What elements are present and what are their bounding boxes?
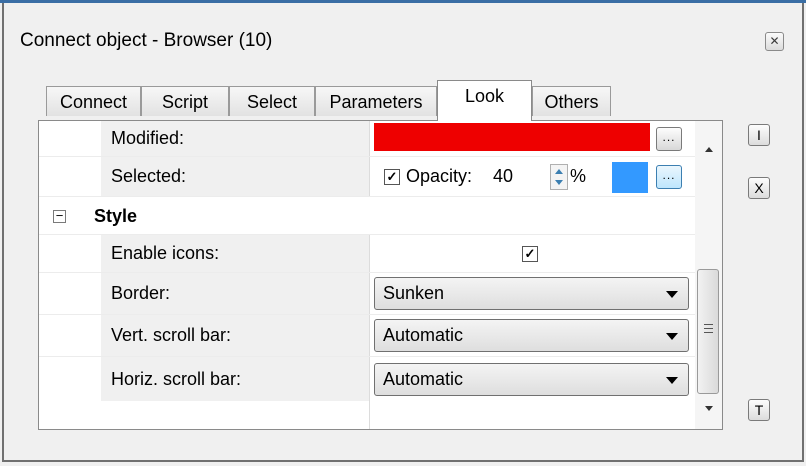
tab-label: Script	[161, 92, 208, 112]
checkmark-icon: ✓	[386, 169, 398, 184]
dropdown-value: Sunken	[383, 283, 445, 303]
tab-parameters[interactable]: Parameters	[315, 86, 437, 116]
modified-color-swatch[interactable]	[374, 123, 650, 151]
close-icon[interactable]: ✕	[765, 32, 784, 51]
tab-label: Look	[464, 86, 505, 106]
property-label: Horiz. scroll bar:	[101, 357, 369, 401]
property-value: Automatic	[369, 357, 695, 429]
delete-button[interactable]: X	[748, 177, 770, 199]
selected-browse-button[interactable]: ...	[656, 165, 682, 189]
vert-scroll-dropdown[interactable]: Automatic	[374, 319, 689, 352]
chevron-down-icon	[666, 291, 678, 298]
property-row-selected: Selected: ✓ Opacity: 40 % ...	[39, 157, 695, 197]
property-label: Border:	[101, 273, 369, 314]
property-value: Sunken	[369, 273, 695, 314]
property-row-vert-scroll: Vert. scroll bar: Automatic	[39, 315, 695, 357]
property-value: Automatic	[369, 315, 695, 356]
property-row-enable-icons: Enable icons: ✓	[39, 235, 695, 273]
tab-script[interactable]: Script	[141, 86, 229, 116]
tab-label: Others	[544, 92, 599, 112]
property-row-border: Border: Sunken	[39, 273, 695, 315]
dropdown-value: Automatic	[383, 325, 464, 345]
window-title: Connect object - Browser (10)	[20, 30, 273, 51]
grip-line	[704, 328, 713, 329]
scrollbar-thumb[interactable]	[697, 269, 719, 394]
border-dropdown[interactable]: Sunken	[374, 277, 689, 310]
selected-color-swatch[interactable]	[612, 162, 648, 193]
property-grid: Modified: ... Selected: ✓ Opacity: 40 % …	[38, 120, 723, 430]
opacity-spinner[interactable]	[550, 164, 568, 190]
tab-label: Select	[246, 92, 298, 112]
tab-others[interactable]: Others	[532, 86, 611, 116]
property-label: Modified:	[101, 121, 369, 156]
modified-browse-button[interactable]: ...	[656, 127, 682, 151]
opacity-input[interactable]: 40	[493, 166, 513, 187]
property-value: ✓ Opacity: 40 % ...	[369, 157, 695, 196]
test-button[interactable]: T	[748, 399, 770, 421]
section-title: Style	[94, 206, 138, 226]
enable-icons-checkbox[interactable]: ✓	[522, 246, 538, 262]
property-row-modified: Modified: ...	[39, 121, 695, 157]
grip-line	[704, 324, 713, 325]
percent-unit: %	[570, 166, 587, 186]
info-button[interactable]: I	[748, 124, 770, 146]
spin-down-icon[interactable]	[555, 180, 563, 185]
scroll-down-icon[interactable]	[705, 406, 713, 411]
section-style: − Style	[39, 197, 695, 235]
checkmark-icon: ✓	[524, 246, 536, 261]
chevron-down-icon	[666, 377, 678, 384]
horiz-scroll-dropdown[interactable]: Automatic	[374, 363, 689, 396]
chevron-down-icon	[666, 333, 678, 340]
grip-line	[704, 332, 713, 333]
tab-label: Parameters	[329, 92, 423, 112]
property-value: ✓	[369, 235, 695, 272]
property-row-horiz-scroll: Horiz. scroll bar: Automatic	[39, 357, 695, 429]
property-label: Vert. scroll bar:	[101, 315, 369, 356]
property-label: Enable icons:	[101, 235, 369, 272]
scroll-up-icon[interactable]	[705, 147, 713, 152]
tab-connect[interactable]: Connect	[46, 86, 141, 116]
property-value: ...	[369, 121, 695, 156]
tab-select[interactable]: Select	[229, 86, 315, 116]
vertical-scrollbar[interactable]	[695, 121, 722, 429]
spin-up-icon[interactable]	[555, 169, 563, 174]
tab-look[interactable]: Look	[437, 80, 532, 121]
opacity-label: Opacity:	[406, 166, 473, 186]
tab-label: Connect	[59, 92, 128, 112]
collapse-icon[interactable]: −	[53, 209, 66, 223]
dropdown-value: Automatic	[383, 369, 464, 389]
property-label: Selected:	[101, 157, 369, 196]
opacity-checkbox[interactable]: ✓	[384, 169, 400, 185]
